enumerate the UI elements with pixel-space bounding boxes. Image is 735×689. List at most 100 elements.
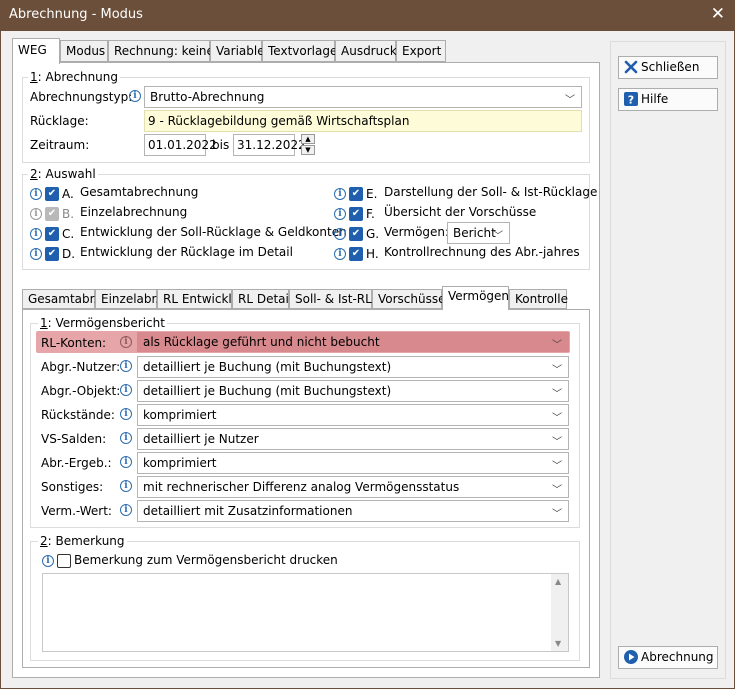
- info-icon[interactable]: i: [334, 228, 346, 240]
- chevron-down-icon: ﹀: [552, 461, 562, 472]
- info-icon[interactable]: i: [120, 432, 132, 444]
- tab-export[interactable]: Export: [396, 40, 446, 62]
- checkbox-a[interactable]: ✔: [45, 187, 59, 201]
- help-button[interactable]: ? Hilfe: [618, 88, 718, 111]
- tab-modus[interactable]: Modus: [60, 40, 108, 62]
- abr-ergeb-select[interactable]: komprimiert ﹀: [137, 452, 569, 474]
- tab-rechnung[interactable]: Rechnung: keine: [108, 40, 214, 62]
- scroll-down-icon[interactable]: ▼: [555, 639, 561, 648]
- date-spinner[interactable]: ▲ ▼: [301, 134, 317, 156]
- letter-d: D.: [62, 247, 76, 261]
- rl-konten-select[interactable]: als Rücklage geführt und nicht bebucht ﹀: [137, 332, 569, 352]
- subtab-rl-entwickl[interactable]: RL Entwickl.: [157, 289, 236, 309]
- chevron-down-icon: ﹀: [552, 365, 562, 376]
- window-title: Abrechnung - Modus: [9, 7, 143, 22]
- abrechnungstyp-value: Brutto-Abrechnung: [150, 90, 265, 104]
- checkbox-h[interactable]: ✔: [349, 247, 363, 261]
- info-icon[interactable]: i: [120, 360, 132, 372]
- checkbox-b: ✔: [45, 207, 59, 221]
- date-to-field[interactable]: 31.12.2022: [233, 134, 306, 156]
- ruecklage-label: Rücklage:: [30, 114, 89, 128]
- tab-textvorlage[interactable]: Textvorlage: [262, 40, 338, 62]
- info-icon[interactable]: i: [42, 555, 54, 567]
- button-panel: [610, 41, 726, 679]
- close-x-icon: [624, 60, 638, 74]
- vermoegen-select[interactable]: Bericht ﹀: [447, 222, 510, 244]
- info-icon[interactable]: i: [30, 188, 42, 200]
- abgr-nutzer-select[interactable]: detailliert je Buchung (mit Buchungstext…: [137, 356, 569, 378]
- info-icon[interactable]: i: [120, 384, 132, 396]
- rueckstaende-label: Rückstände:: [41, 408, 115, 422]
- spin-down-icon[interactable]: ▼: [301, 145, 315, 155]
- tab-label: Ausdruck: [341, 44, 397, 58]
- info-icon[interactable]: i: [120, 480, 132, 492]
- scrollbar[interactable]: ▲ ▼: [551, 574, 568, 651]
- bemerkung-textarea[interactable]: ▲ ▼: [42, 573, 569, 652]
- subtab-einzelabr[interactable]: Einzelabr.: [95, 289, 159, 309]
- subtab-label: Vermögen: [448, 289, 510, 303]
- subtab-rl-detail[interactable]: RL Detail: [232, 289, 293, 309]
- bemerkung-checkbox[interactable]: [57, 554, 71, 568]
- info-icon[interactable]: i: [30, 248, 42, 260]
- subtab-gesamtabr[interactable]: Gesamtabr.: [22, 289, 97, 309]
- subtab-vermoegen[interactable]: Vermögen: [442, 286, 509, 310]
- scroll-up-icon[interactable]: ▲: [555, 577, 561, 586]
- verm-wert-select[interactable]: detailliert mit Zusatzinformationen ﹀: [137, 500, 569, 522]
- date-from-field[interactable]: 01.01.2022: [144, 134, 217, 156]
- group-number: 1: [40, 316, 48, 330]
- group-number: 1: [30, 70, 38, 84]
- date-from-value: 01.01.2022: [148, 138, 217, 152]
- vs-salden-select[interactable]: detailliert je Nutzer ﹀: [137, 428, 569, 450]
- info-icon[interactable]: i: [120, 504, 132, 516]
- info-icon[interactable]: i: [334, 188, 346, 200]
- checkbox-c[interactable]: ✔: [45, 227, 59, 241]
- close-icon[interactable]: ✕: [711, 4, 725, 24]
- rl-konten-value: als Rücklage geführt und nicht bebucht: [143, 335, 380, 349]
- label-vorschuesse: Übersicht der Vorschüsse: [384, 205, 537, 219]
- info-icon[interactable]: i: [120, 336, 132, 348]
- close-button[interactable]: Schließen: [618, 56, 718, 79]
- checkbox-f[interactable]: ✔: [349, 207, 363, 221]
- label-entwicklung-detail: Entwicklung der Rücklage im Detail: [80, 245, 293, 259]
- abrechnungstyp-select[interactable]: Brutto-Abrechnung ﹀: [144, 86, 582, 108]
- spin-up-icon[interactable]: ▲: [301, 134, 315, 144]
- rueckstaende-value: komprimiert: [143, 408, 217, 422]
- tab-ausdruck[interactable]: Ausdruck: [335, 40, 397, 62]
- checkbox-d[interactable]: ✔: [45, 247, 59, 261]
- verm-wert-value: detailliert mit Zusatzinformationen: [143, 504, 353, 518]
- info-icon: i: [30, 208, 42, 220]
- bemerkung-label: Bemerkung zum Vermögensbericht drucken: [74, 553, 338, 567]
- label-vermoegen: Vermögen:: [384, 225, 450, 239]
- help-button-label: Hilfe: [641, 92, 669, 106]
- info-icon[interactable]: i: [129, 90, 141, 102]
- subtab-vorschuesse[interactable]: Vorschüsse: [372, 289, 446, 309]
- subtab-label: RL Detail: [238, 292, 293, 306]
- vs-salden-value: detailliert je Nutzer: [143, 432, 259, 446]
- sonstiges-select[interactable]: mit rechnerischer Differenz analog Vermö…: [137, 476, 569, 498]
- run-button-label: Abrechnung: [641, 650, 714, 664]
- abrechnungstyp-label: Abrechnungstyp:: [30, 90, 133, 104]
- abgr-objekt-select[interactable]: detailliert je Buchung (mit Buchungstext…: [137, 380, 569, 402]
- info-icon[interactable]: i: [30, 228, 42, 240]
- subtab-soll-ist-rl[interactable]: Soll- & Ist-RL: [289, 289, 372, 309]
- vermoegen-value: Bericht: [453, 226, 496, 240]
- ruecklage-field[interactable]: 9 - Rücklagebildung gemäß Wirtschaftspla…: [144, 110, 582, 132]
- zeitraum-label: Zeitraum:: [30, 138, 90, 152]
- chevron-down-icon: ﹀: [565, 95, 575, 106]
- rueckstaende-select[interactable]: komprimiert ﹀: [137, 404, 569, 426]
- info-icon[interactable]: i: [334, 208, 346, 220]
- info-icon[interactable]: i: [120, 456, 132, 468]
- tab-label: Textvorlage: [268, 44, 338, 58]
- tab-weg[interactable]: WEG: [12, 38, 60, 64]
- label-einzelabrechnung: Einzelabrechnung: [80, 205, 188, 219]
- checkbox-e[interactable]: ✔: [349, 187, 363, 201]
- info-icon[interactable]: i: [334, 248, 346, 260]
- subtab-kontrolle[interactable]: Kontrolle: [509, 289, 568, 309]
- run-abrechnung-button[interactable]: Abrechnung: [618, 646, 718, 669]
- chevron-down-icon: ﹀: [493, 231, 503, 242]
- tab-variable[interactable]: Variable: [210, 40, 265, 62]
- label-kontrollrechnung: Kontrollrechnung des Abr.-jahres: [384, 245, 580, 259]
- info-icon[interactable]: i: [120, 408, 132, 420]
- checkbox-g[interactable]: ✔: [349, 227, 363, 241]
- letter-e: E.: [366, 187, 378, 201]
